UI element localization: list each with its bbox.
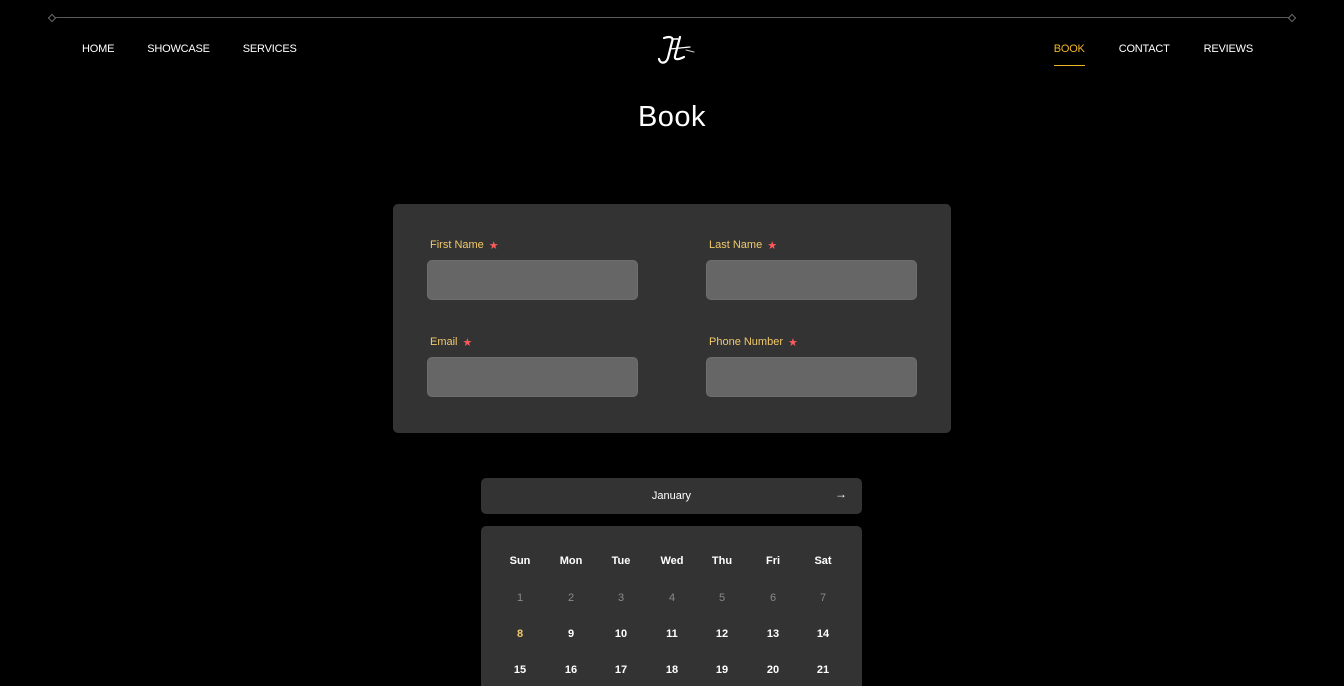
booking-form: First Name ★ Last Name ★ Email ★ Phone Numb… <box>393 204 951 433</box>
required-star-icon: ★ <box>462 336 473 349</box>
email-field: Email ★ <box>427 335 638 397</box>
calendar-day: 7 <box>819 592 827 604</box>
email-input[interactable] <box>427 357 638 397</box>
calendar-day[interactable]: 9 <box>546 628 596 640</box>
nav-home[interactable]: HOME <box>82 43 114 55</box>
calendar-day[interactable]: 18 <box>647 664 697 676</box>
weekday-fri: Fri <box>765 555 781 567</box>
month-label: January <box>651 490 692 502</box>
weekday-mon: Mon <box>559 555 583 567</box>
calendar-grid: Sun Mon Tue Wed Thu Fri Sat 1 2 3 4 5 6 7 8 9 10 11 12 13 14… <box>481 526 862 686</box>
calendar-day[interactable]: 19 <box>697 664 747 676</box>
top-divider <box>52 17 1292 18</box>
weekday-wed: Wed <box>660 555 684 567</box>
required-star-icon: ★ <box>488 239 499 252</box>
weekday-thu: Thu <box>711 555 733 567</box>
calendar-day[interactable]: 20 <box>748 664 798 676</box>
calendar-day: 4 <box>668 592 676 604</box>
calendar-day: 2 <box>567 592 575 604</box>
calendar-day[interactable]: 12 <box>697 628 747 640</box>
first-name-field: First Name ★ <box>427 238 638 300</box>
nav-right: BOOK CONTACT REVIEWS <box>1053 43 1254 66</box>
last-name-field: Last Name ★ <box>706 238 917 300</box>
phone-field: Phone Number ★ <box>706 335 917 397</box>
nav-showcase[interactable]: SHOWCASE <box>147 43 210 55</box>
nav-reviews[interactable]: REVIEWS <box>1204 43 1254 55</box>
weekday-sun: Sun <box>509 555 531 567</box>
divider-diamond-left <box>47 13 57 23</box>
last-name-input[interactable] <box>706 260 917 300</box>
page-title: Book <box>637 101 707 133</box>
nav-book[interactable]: BOOK <box>1053 43 1085 66</box>
month-selector: January → <box>481 478 862 514</box>
weekday-tue: Tue <box>611 555 631 567</box>
calendar-day[interactable]: 8 <box>495 628 545 640</box>
nav-services[interactable]: SERVICES <box>243 43 297 55</box>
calendar-day[interactable]: 17 <box>596 664 646 676</box>
calendar-day: 1 <box>516 592 524 604</box>
calendar-day[interactable]: 16 <box>546 664 596 676</box>
required-star-icon: ★ <box>788 336 798 349</box>
divider-diamond-right <box>1287 13 1297 23</box>
first-name-label: First Name <box>430 239 484 251</box>
first-name-input[interactable] <box>427 260 638 300</box>
phone-label: Phone Number <box>709 336 783 348</box>
calendar-day[interactable]: 21 <box>798 664 848 676</box>
arrow-right-icon[interactable]: → <box>835 487 847 501</box>
nav-contact[interactable]: CONTACT <box>1119 43 1170 55</box>
nav-left: HOME SHOWCASE SERVICES <box>82 43 297 55</box>
calendar-day: 3 <box>617 592 625 604</box>
email-label: Email <box>430 336 458 348</box>
calendar-day[interactable]: 14 <box>798 628 848 640</box>
last-name-label: Last Name <box>709 239 763 251</box>
calendar-day[interactable]: 10 <box>596 628 646 640</box>
logo[interactable] <box>656 34 696 68</box>
phone-input[interactable] <box>706 357 917 397</box>
calendar-day: 6 <box>769 592 777 604</box>
weekday-sat: Sat <box>814 555 832 567</box>
required-star-icon: ★ <box>767 239 778 252</box>
calendar-day[interactable]: 11 <box>647 628 697 640</box>
calendar-day[interactable]: 13 <box>748 628 798 640</box>
calendar-day[interactable]: 15 <box>495 664 545 676</box>
calendar-day: 5 <box>718 592 726 604</box>
